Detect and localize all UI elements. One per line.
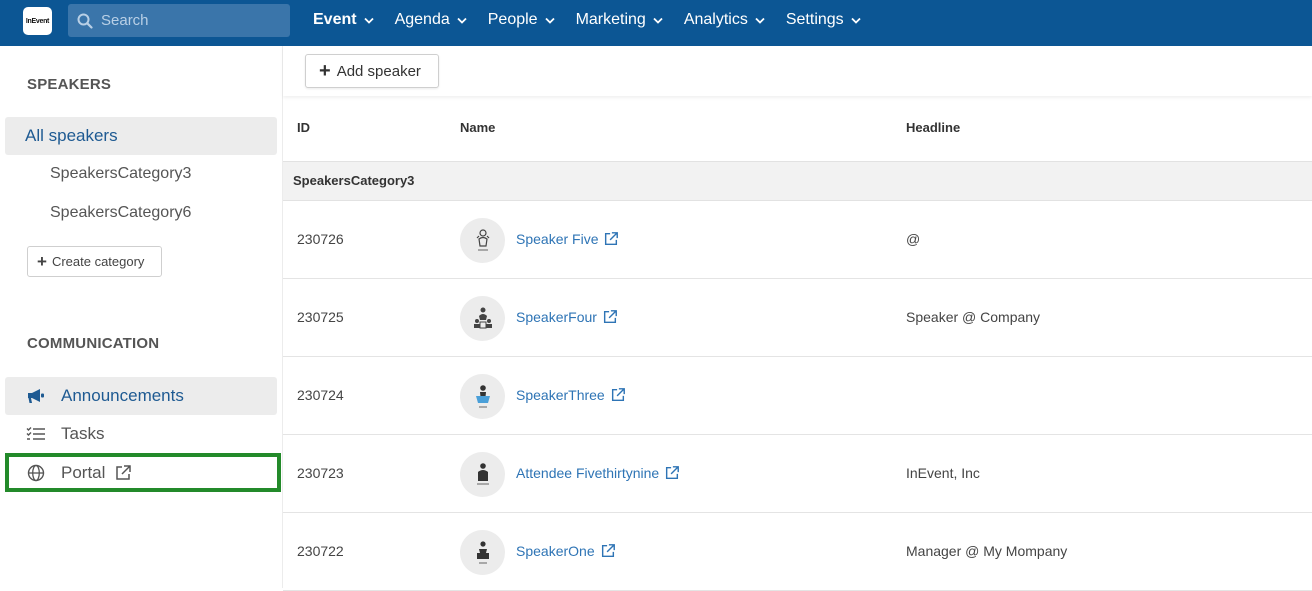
speaker-name-link[interactable]: Speaker Five bbox=[516, 231, 619, 247]
nav-analytics-label: Analytics bbox=[683, 11, 748, 28]
nav-agenda-label: Agenda bbox=[394, 11, 450, 28]
speaker-avatar bbox=[460, 452, 505, 497]
speaker-name-link[interactable]: SpeakerFour bbox=[516, 309, 618, 325]
speaker-name: SpeakerFour bbox=[516, 309, 597, 325]
sidebar-item-announcements[interactable]: Announcements bbox=[5, 377, 277, 415]
toolbar: + Add speaker bbox=[283, 46, 1312, 96]
speaker-name-link[interactable]: SpeakerOne bbox=[516, 543, 616, 559]
create-category-button[interactable]: + Create category bbox=[27, 246, 162, 277]
speaker-headline: Manager @ My Mompany bbox=[906, 543, 1068, 559]
table-group-row: SpeakersCategory3 bbox=[283, 161, 1312, 201]
chevron-down-icon bbox=[363, 17, 374, 24]
speaker-id: 230724 bbox=[297, 387, 344, 403]
logo-text: InEvent bbox=[25, 17, 50, 25]
external-link-icon bbox=[603, 310, 617, 324]
sidebar: SPEAKERS All speakers SpeakersCategory3 … bbox=[0, 46, 283, 588]
external-link-icon bbox=[666, 466, 680, 480]
nav-people[interactable]: People bbox=[488, 11, 555, 29]
nav-analytics[interactable]: Analytics bbox=[684, 11, 765, 29]
main-content: + Add speaker ID Name Headline SpeakersC… bbox=[283, 46, 1312, 591]
speaker-name-link[interactable]: SpeakerThree bbox=[516, 387, 626, 403]
communication-heading: COMMUNICATION bbox=[27, 335, 160, 352]
search-input[interactable] bbox=[101, 12, 271, 29]
speaker-name: Speaker Five bbox=[516, 231, 599, 247]
chevron-down-icon bbox=[457, 17, 467, 24]
main-nav: Event Agenda People Marketing Analytics … bbox=[313, 0, 882, 40]
nav-agenda[interactable]: Agenda bbox=[395, 11, 467, 29]
column-header-headline[interactable]: Headline bbox=[906, 120, 960, 135]
table-row[interactable]: 230724 SpeakerThree bbox=[283, 357, 1312, 435]
add-speaker-button[interactable]: + Add speaker bbox=[305, 54, 439, 88]
nav-event[interactable]: Event bbox=[313, 11, 374, 29]
speaker-name: Attendee Fivethirtynine bbox=[516, 465, 660, 481]
speakers-heading: SPEAKERS bbox=[27, 76, 112, 93]
speaker-headline: InEvent, Inc bbox=[906, 465, 980, 481]
speaker-avatar bbox=[460, 218, 505, 263]
search-icon bbox=[77, 13, 93, 29]
column-header-id[interactable]: ID bbox=[297, 120, 310, 135]
table-header: ID Name Headline bbox=[283, 106, 1312, 161]
speaker-name-link[interactable]: Attendee Fivethirtynine bbox=[516, 465, 680, 481]
sidebar-category-item[interactable]: SpeakersCategory3 bbox=[50, 165, 191, 183]
chevron-down-icon bbox=[755, 17, 765, 24]
app-logo[interactable]: InEvent bbox=[23, 7, 52, 35]
plus-icon: + bbox=[319, 60, 331, 82]
external-link-icon bbox=[601, 544, 615, 558]
nav-marketing[interactable]: Marketing bbox=[576, 11, 663, 29]
table-row[interactable]: 230723 Attendee Fivethirtynine InEvent, … bbox=[283, 435, 1312, 513]
checklist-icon bbox=[25, 426, 47, 442]
column-header-name[interactable]: Name bbox=[460, 120, 495, 135]
megaphone-icon bbox=[25, 387, 47, 405]
speaker-avatar bbox=[460, 530, 505, 575]
speaker-id: 230726 bbox=[297, 231, 344, 247]
external-link-icon bbox=[605, 232, 619, 246]
sidebar-item-tasks[interactable]: Tasks bbox=[5, 415, 277, 453]
chevron-down-icon bbox=[653, 17, 663, 24]
highlight-box bbox=[5, 453, 281, 492]
nav-settings[interactable]: Settings bbox=[786, 11, 861, 29]
nav-marketing-label: Marketing bbox=[575, 11, 646, 28]
sidebar-item-label: All speakers bbox=[25, 126, 118, 145]
speaker-name: SpeakerThree bbox=[516, 387, 605, 403]
table-row[interactable]: 230722 SpeakerOne Manager @ My Mompany bbox=[283, 513, 1312, 591]
speaker-id: 230723 bbox=[297, 465, 344, 481]
nav-settings-label: Settings bbox=[785, 11, 844, 28]
speaker-id: 230725 bbox=[297, 309, 344, 325]
search-box[interactable] bbox=[68, 4, 290, 37]
plus-icon: + bbox=[37, 252, 47, 271]
chevron-down-icon bbox=[851, 17, 861, 24]
speaker-id: 230722 bbox=[297, 543, 344, 559]
add-speaker-label: Add speaker bbox=[336, 62, 421, 80]
speaker-avatar bbox=[460, 296, 505, 341]
speaker-name: SpeakerOne bbox=[516, 543, 595, 559]
top-navigation-bar: InEvent Event Agenda People Marketing An… bbox=[0, 0, 1312, 46]
external-link-icon bbox=[611, 388, 625, 402]
speaker-headline: @ bbox=[906, 231, 921, 247]
nav-people-label: People bbox=[487, 11, 538, 28]
speaker-avatar bbox=[460, 374, 505, 419]
sidebar-category-item[interactable]: SpeakersCategory6 bbox=[50, 204, 191, 222]
nav-event-label: Event bbox=[313, 11, 357, 28]
speaker-headline: Speaker @ Company bbox=[906, 309, 1041, 325]
sidebar-item-all-speakers[interactable]: All speakers bbox=[5, 117, 277, 155]
table-row[interactable]: 230725 SpeakerFour Speaker @ Company bbox=[283, 279, 1312, 357]
create-category-label: Create category bbox=[51, 254, 145, 269]
table-row[interactable]: 230726 Speaker Five @ bbox=[283, 201, 1312, 279]
sidebar-item-label: Tasks bbox=[61, 424, 105, 443]
sidebar-item-label: Announcements bbox=[61, 386, 184, 405]
chevron-down-icon bbox=[544, 17, 555, 24]
